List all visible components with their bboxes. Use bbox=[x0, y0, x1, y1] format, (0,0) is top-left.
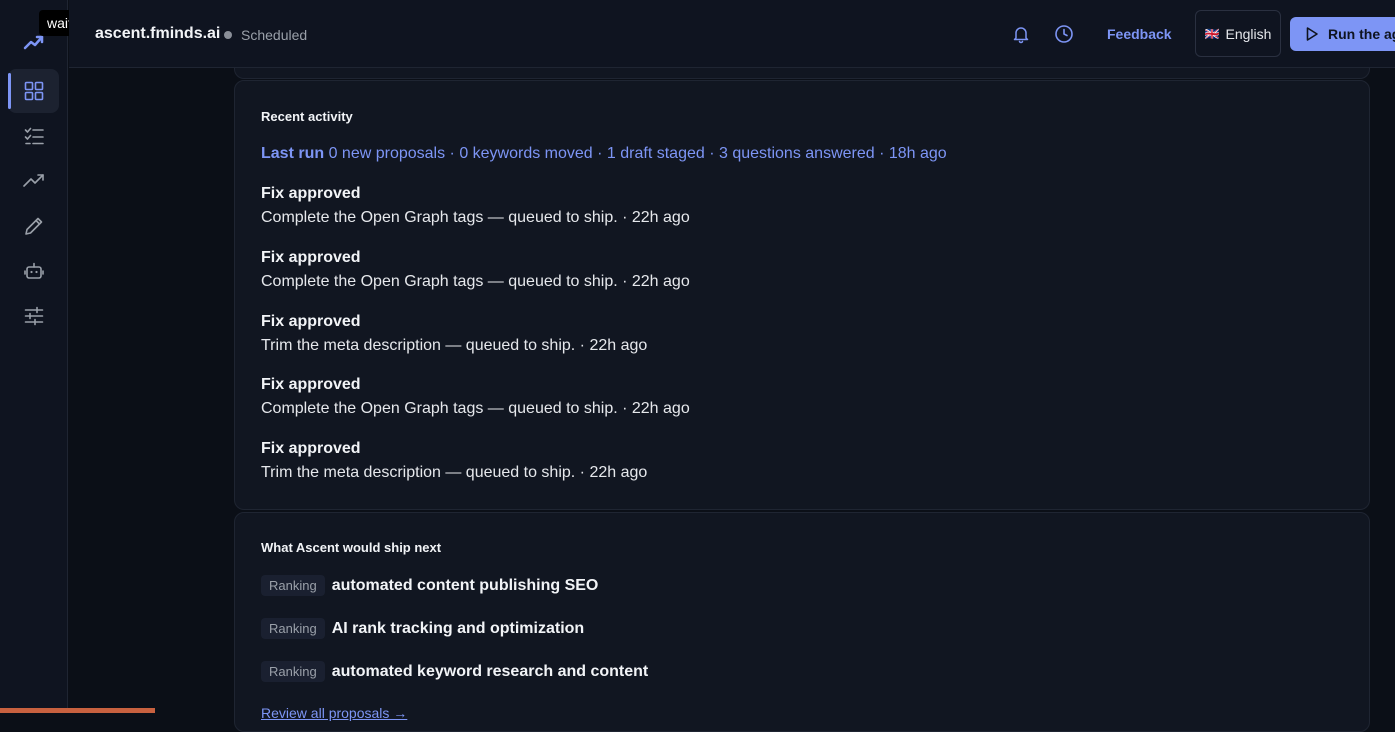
status-badge: Scheduled bbox=[241, 27, 308, 43]
proposal-title: automated content publishing SEO bbox=[331, 576, 599, 594]
uk-flag-icon: 🇬🇧 bbox=[1204, 26, 1220, 41]
checklist-icon bbox=[24, 127, 44, 145]
robot-icon bbox=[23, 262, 44, 279]
sidebar-item-settings[interactable] bbox=[8, 294, 59, 338]
last-run-label: Last run bbox=[261, 145, 325, 162]
feedback-link[interactable]: Feedback bbox=[1107, 26, 1172, 42]
review-all-proposals-link[interactable]: Review all proposals → bbox=[261, 705, 407, 721]
ship-next-title: What Ascent would ship next bbox=[261, 540, 442, 555]
run-agent-button[interactable]: Run the agent bbox=[1290, 17, 1395, 51]
activity-item: Fix approved Trim the meta description —… bbox=[261, 440, 647, 482]
run-agent-label: Run the agent bbox=[1328, 26, 1395, 42]
activity-item: Fix approved Trim the meta description —… bbox=[261, 313, 647, 355]
activity-title: Fix approved bbox=[261, 313, 361, 330]
sidebar-item-editor[interactable] bbox=[8, 204, 59, 248]
status-dot bbox=[224, 31, 232, 39]
bottom-accent-bar bbox=[0, 708, 155, 713]
proposal-item[interactable]: Ranking automated content publishing SEO bbox=[261, 575, 598, 596]
activity-item: Fix approved Complete the Open Graph tag… bbox=[261, 249, 690, 291]
play-icon bbox=[1306, 27, 1318, 41]
activity-item: Fix approved Complete the Open Graph tag… bbox=[261, 185, 690, 227]
last-run-details: 0 new proposals · 0 keywords moved · 1 d… bbox=[328, 145, 947, 162]
sidebar bbox=[0, 0, 68, 713]
activity-title: Fix approved bbox=[261, 376, 361, 393]
clock-icon[interactable] bbox=[1053, 23, 1075, 45]
ship-next-card: What Ascent would ship next Ranking auto… bbox=[234, 512, 1370, 732]
sliders-icon bbox=[24, 306, 43, 326]
last-run-summary: Last run 0 new proposals · 0 keywords mo… bbox=[261, 145, 947, 163]
activity-title: Fix approved bbox=[261, 440, 361, 457]
proposal-title: automated keyword research and content bbox=[331, 662, 649, 680]
trending-icon bbox=[22, 174, 44, 187]
activity-description: Complete the Open Graph tags — queued to… bbox=[261, 400, 690, 417]
bell-icon[interactable] bbox=[1010, 23, 1032, 45]
dashboard-icon bbox=[24, 81, 43, 101]
sidebar-item-agent[interactable] bbox=[8, 249, 59, 293]
activity-description: Complete the Open Graph tags — queued to… bbox=[261, 209, 690, 226]
previous-card-edge bbox=[234, 68, 1370, 79]
recent-activity-title: Recent activity bbox=[261, 109, 353, 124]
activity-title: Fix approved bbox=[261, 249, 361, 266]
pen-icon bbox=[24, 217, 42, 235]
proposal-title: AI rank tracking and optimization bbox=[331, 619, 585, 637]
activity-description: Trim the meta description — queued to sh… bbox=[261, 464, 648, 481]
proposal-item[interactable]: Ranking automated keyword research and c… bbox=[261, 661, 648, 682]
recent-activity-card: Recent activity Last run 0 new proposals… bbox=[234, 80, 1370, 510]
activity-title: Fix approved bbox=[261, 185, 361, 202]
activity-item: Fix approved Complete the Open Graph tag… bbox=[261, 376, 690, 418]
proposal-tag: Ranking bbox=[261, 618, 325, 639]
proposal-tag: Ranking bbox=[261, 575, 325, 596]
activity-description: Complete the Open Graph tags — queued to… bbox=[261, 273, 690, 290]
sidebar-item-trends[interactable] bbox=[8, 159, 59, 203]
site-name: ascent.fminds.ai bbox=[95, 25, 221, 42]
proposal-tag: Ranking bbox=[261, 661, 325, 682]
language-selector[interactable]: 🇬🇧 English bbox=[1195, 10, 1281, 57]
language-label: English bbox=[1225, 25, 1272, 42]
proposal-item[interactable]: Ranking AI rank tracking and optimizatio… bbox=[261, 618, 584, 639]
top-bar: ascent.fminds.ai Scheduled Feedback 🇬🇧 E… bbox=[69, 0, 1395, 68]
sidebar-item-checklist[interactable] bbox=[8, 114, 59, 158]
sidebar-item-dashboard[interactable] bbox=[8, 69, 59, 113]
activity-description: Trim the meta description — queued to sh… bbox=[261, 337, 648, 354]
